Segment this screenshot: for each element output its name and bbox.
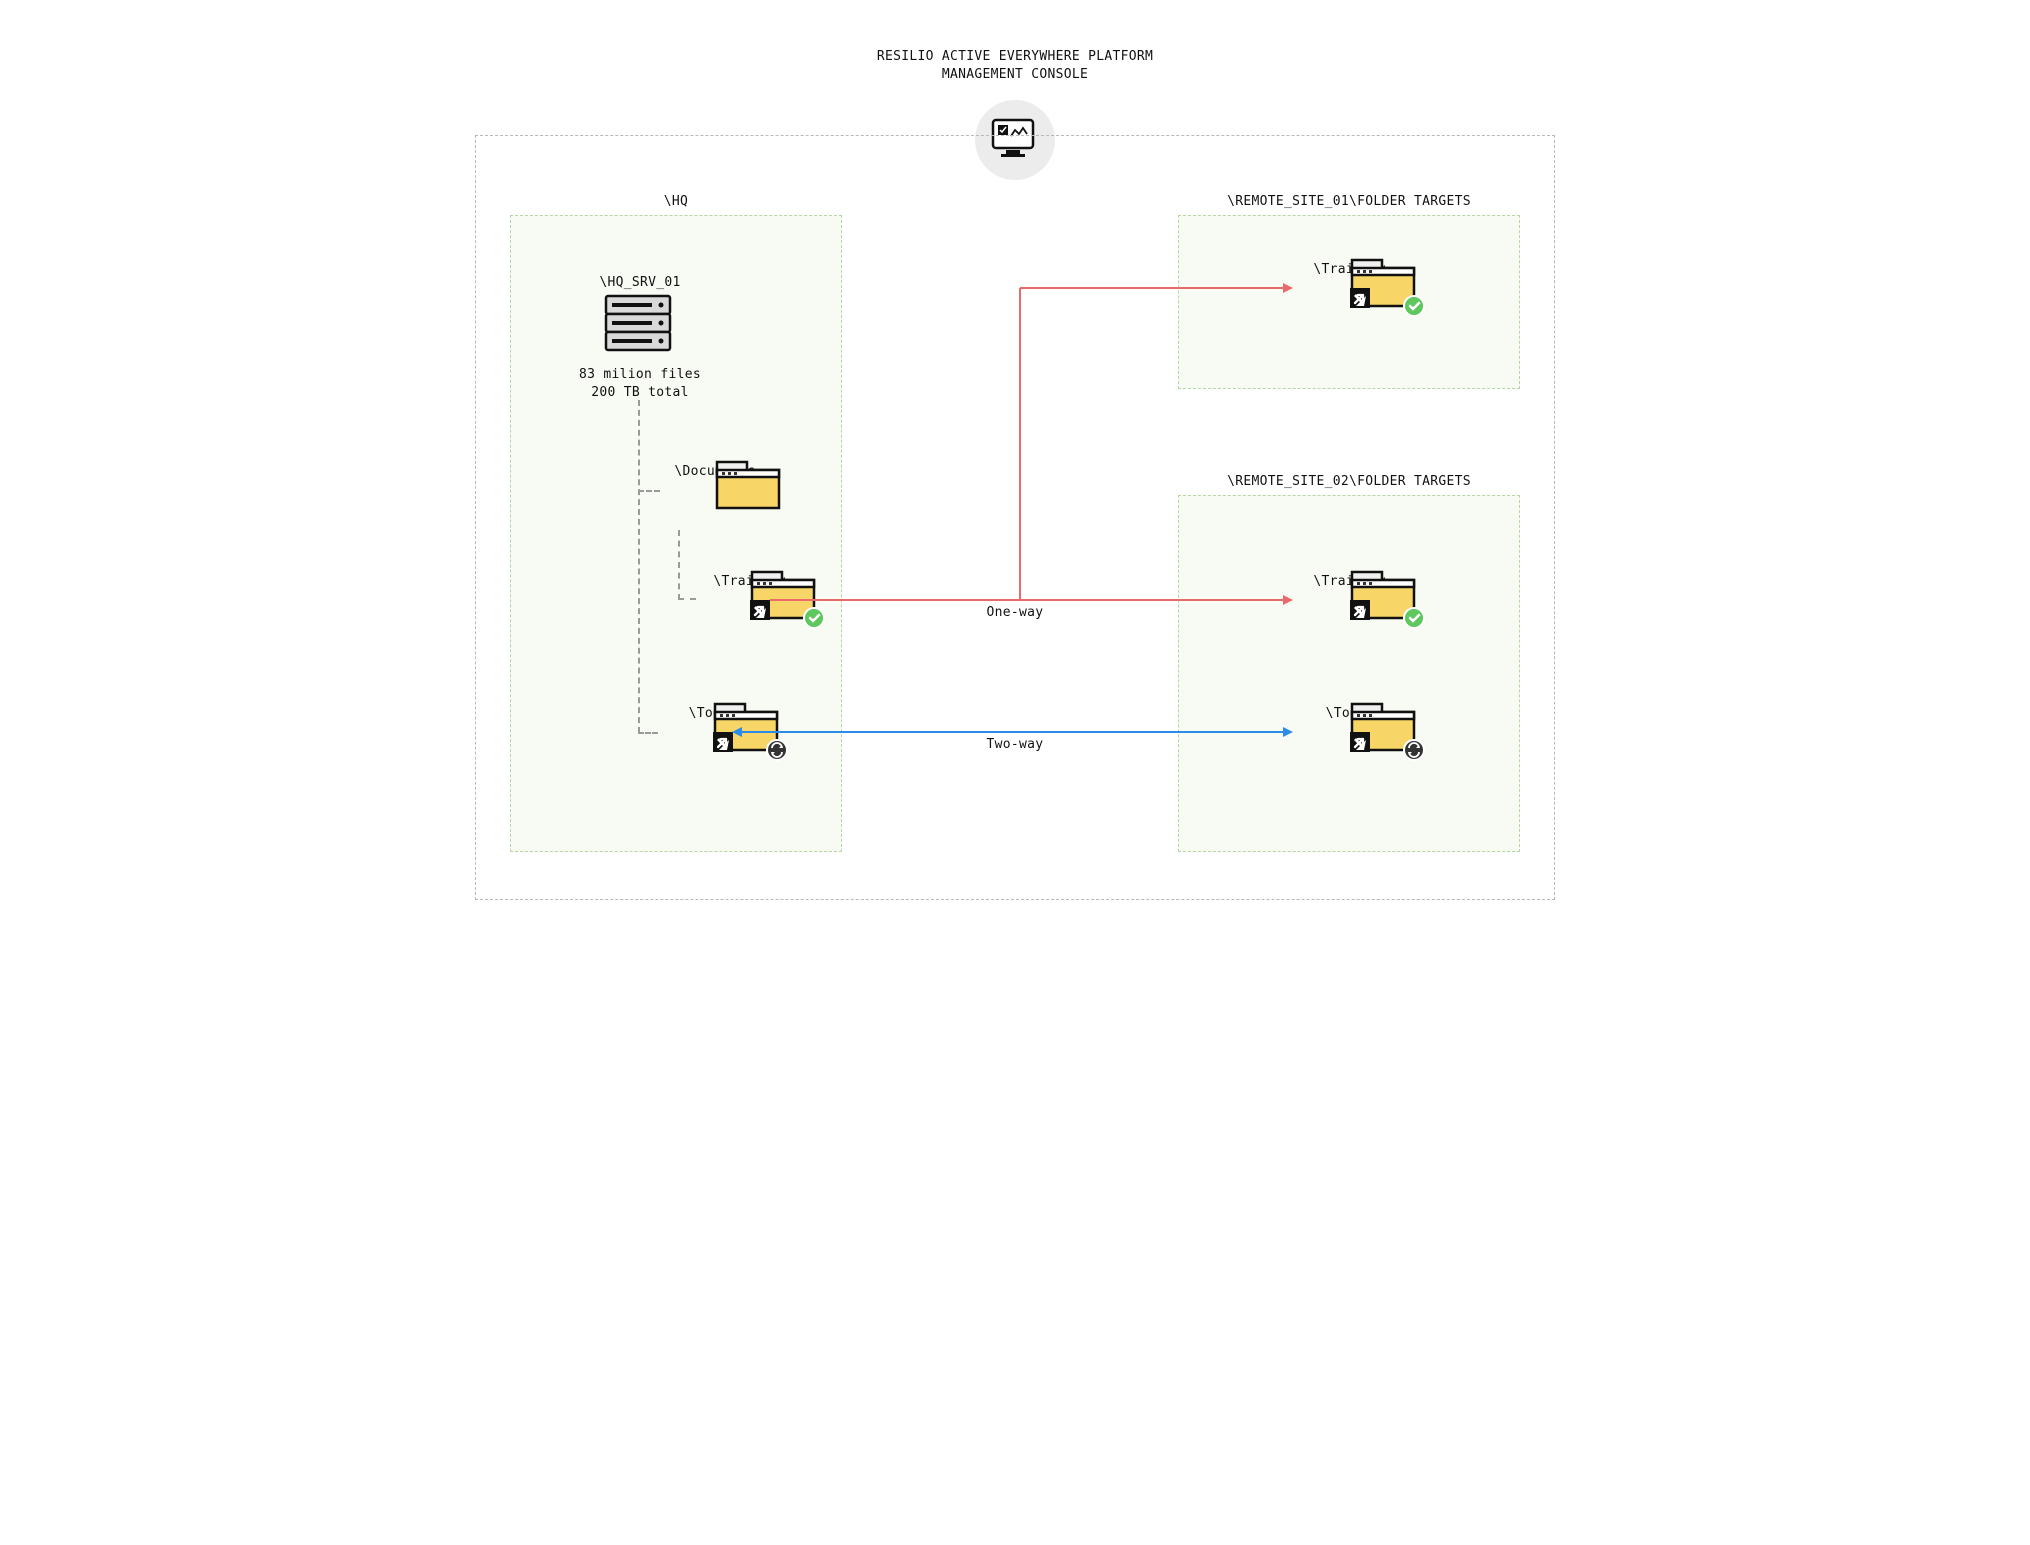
folder-shortcut-icon [713, 702, 785, 758]
zone-hq-label: \HQ [511, 194, 841, 209]
tree-branch-training [678, 598, 696, 600]
folder-shortcut-icon [1350, 258, 1422, 314]
hq-server-stat-1: 83 milion files [579, 367, 701, 382]
zone-remote-1-label: \REMOTE_SITE_01\FOLDER TARGETS [1179, 194, 1519, 209]
folder-icon [715, 460, 783, 512]
hq-server-node: \HQ_SRV_01 83 milion files 200 TB total [575, 275, 705, 401]
tree-trunk [638, 400, 640, 733]
hq-folder-tools: \Tools [658, 702, 768, 721]
arrow-two-way-label: Two-way [955, 737, 1075, 752]
check-badge-icon [1404, 608, 1424, 628]
diagram-title: Resilio Active Everywhere Platform Manag… [400, 48, 1630, 84]
zone-remote-1: \REMOTE_SITE_01\FOLDER TARGETS [1178, 215, 1520, 389]
hq-folder-training: \Training [695, 570, 805, 589]
remote1-folder-training: \Training [1295, 258, 1405, 277]
sync-badge-icon [767, 740, 787, 760]
folder-shortcut-icon [1350, 702, 1422, 758]
hq-server-name: \HQ_SRV_01 [575, 275, 705, 290]
zone-remote-2-label: \REMOTE_SITE_02\FOLDER TARGETS [1179, 474, 1519, 489]
title-line-1: Resilio Active Everywhere Platform [400, 48, 1630, 66]
title-line-2: Management Console [400, 66, 1630, 84]
hq-server-stat-2: 200 TB total [591, 385, 689, 400]
zone-remote-2: \REMOTE_SITE_02\FOLDER TARGETS [1178, 495, 1520, 852]
folder-shortcut-icon [1350, 570, 1422, 626]
arrow-one-way-label: One-way [955, 605, 1075, 620]
folder-shortcut-icon [750, 570, 822, 626]
hq-server-stats: 83 milion files 200 TB total [575, 366, 705, 401]
hq-folder-documents: \Documents [660, 460, 770, 479]
diagram-canvas: Resilio Active Everywhere Platform Manag… [400, 0, 1630, 940]
check-badge-icon [804, 608, 824, 628]
sync-badge-icon [1404, 740, 1424, 760]
remote2-folder-tools: \Tools [1295, 702, 1405, 721]
tree-branch-documents [638, 490, 660, 492]
check-badge-icon [1404, 296, 1424, 316]
server-rack-icon [606, 296, 674, 354]
remote2-folder-training: \Training [1295, 570, 1405, 589]
tree-branch-tools [638, 732, 658, 734]
